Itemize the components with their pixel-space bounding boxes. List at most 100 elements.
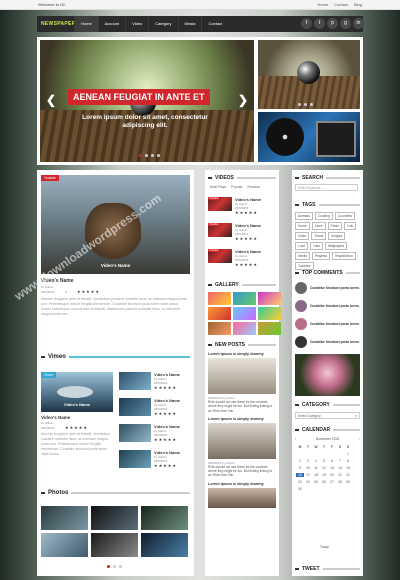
tag[interactable]: Link [344, 222, 357, 230]
tag[interactable]: Wallpapers [324, 242, 348, 250]
hero-thumb-ball[interactable] [258, 40, 360, 109]
calendar-prev-icon[interactable]: ‹ [295, 437, 296, 441]
new-post-image[interactable] [208, 487, 276, 508]
tag[interactable]: Lists [310, 242, 323, 250]
list-item[interactable]: Video's Name by Admin 25/5/2015 ★★★★★ [119, 398, 191, 420]
calendar-day[interactable]: 16 [296, 473, 304, 477]
slide-dot[interactable] [139, 154, 142, 157]
tag[interactable]: Media [295, 252, 310, 260]
calendar-day[interactable]: 6 [328, 459, 336, 463]
hero-thumb-dj[interactable] [258, 112, 360, 162]
new-post-title[interactable]: Lorem Ipsum is simply dummy [208, 417, 276, 421]
tag[interactable]: Photo [327, 222, 343, 230]
vimeo-post-title[interactable]: Video's Name [41, 415, 70, 420]
nav-item-home[interactable]: Home [74, 16, 98, 32]
tag[interactable]: Video [295, 232, 310, 240]
google-plus-icon[interactable]: g [340, 18, 351, 29]
calendar-day[interactable]: 9 [296, 466, 304, 470]
calendar-day[interactable]: 29 [344, 480, 352, 484]
gallery-thumb[interactable] [233, 322, 256, 335]
promo-image[interactable] [295, 354, 360, 396]
gallery-thumb[interactable] [258, 292, 281, 305]
calendar-day[interactable]: 4 [312, 459, 320, 463]
calendar-day[interactable]: 26 [320, 480, 328, 484]
photo-thumb[interactable] [141, 506, 188, 530]
calendar-day[interactable]: 19 [320, 473, 328, 477]
tag[interactable]: Animals [295, 212, 313, 220]
post-comments[interactable]: 4 [65, 290, 67, 294]
list-item[interactable]: Youtube Video's Name by Admin 25/5/2015 ★★★… [208, 197, 276, 219]
tag[interactable]: Tutorials [295, 262, 314, 270]
calendar-day[interactable]: 18 [312, 473, 320, 477]
tag[interactable]: Registration [332, 252, 356, 260]
calendar-day[interactable]: 5 [320, 459, 328, 463]
calendar-day[interactable]: 13 [328, 466, 336, 470]
facebook-icon[interactable]: f [301, 18, 312, 29]
calendar-day[interactable]: 21 [336, 473, 344, 477]
nav-item-contact[interactable]: Contact [201, 16, 228, 32]
nav-item-category[interactable]: Category [148, 16, 177, 32]
calendar-day[interactable]: 17 [304, 473, 312, 477]
calendar-day[interactable]: 24 [304, 480, 312, 484]
list-item[interactable]: Curabitur tincidunt porta lorem. [295, 334, 360, 350]
calendar-day[interactable]: 30 [296, 487, 304, 491]
vimeo-post-by[interactable]: by Admin [41, 421, 53, 425]
tag[interactable]: Images [328, 232, 346, 240]
tag[interactable]: Love [295, 242, 309, 250]
list-item[interactable]: Video's Name by Admin 25/5/2015 ★★★★★ [119, 372, 191, 394]
calendar-day[interactable]: 10 [304, 466, 312, 470]
category-select[interactable]: Select Category ▾ [295, 412, 360, 419]
photo-thumb[interactable] [141, 533, 188, 557]
calendar-day[interactable]: 1 [344, 452, 352, 456]
tag[interactable]: Likes [311, 222, 326, 230]
new-post-title[interactable]: Lorem Ipsum is simply dummy [208, 482, 276, 486]
slide-prev-icon[interactable]: ❮ [46, 93, 56, 107]
twitter-icon[interactable]: t [314, 18, 325, 29]
nav-item-media[interactable]: Media [177, 16, 202, 32]
comment-text[interactable]: Curabitur tincidunt porta lorem. [310, 286, 360, 290]
calendar-day[interactable]: 7 [336, 459, 344, 463]
list-item[interactable]: Curabitur tincidunt porta lorem. [295, 280, 360, 296]
hero-slide[interactable]: AENEAN FEUGIAT IN ANTE ET Lorem ipsum do… [40, 40, 254, 162]
calendar-day[interactable]: 23 [296, 480, 304, 484]
slide-dot[interactable] [145, 154, 148, 157]
list-item[interactable]: Video's Name by Admin 25/5/2015 ★★★★★ [119, 424, 191, 446]
top-link-contact[interactable]: Contact [334, 2, 348, 7]
calendar-day[interactable]: 11 [312, 466, 320, 470]
calendar-day[interactable]: 2 [296, 459, 304, 463]
calendar-day[interactable]: 14 [336, 466, 344, 470]
calendar-next-icon[interactable]: › [359, 437, 360, 441]
photo-thumb[interactable] [41, 533, 88, 557]
calendar-day[interactable]: 22 [344, 473, 352, 477]
slide-dot[interactable] [157, 154, 160, 157]
gallery-thumb[interactable] [208, 322, 231, 335]
gallery-thumb[interactable] [208, 307, 231, 320]
new-post-image[interactable] [208, 358, 276, 394]
list-item[interactable]: Curabitur tincidunt porta lorem. [295, 316, 360, 332]
linkedin-icon[interactable]: in [353, 18, 364, 29]
list-item[interactable]: Curabitur tincidunt porta lorem. [295, 298, 360, 314]
gallery-thumb[interactable] [233, 292, 256, 305]
tag[interactable]: Countries [334, 212, 355, 220]
tag[interactable]: Travel [311, 232, 327, 240]
search-input[interactable]: Enter Keywords ... [295, 184, 358, 191]
slide-next-icon[interactable]: ❯ [238, 93, 248, 107]
nav-item-account[interactable]: Account [97, 16, 125, 32]
photo-thumb[interactable] [41, 506, 88, 530]
calendar-day[interactable]: 3 [304, 459, 312, 463]
calendar-day[interactable]: 15 [344, 466, 352, 470]
calendar-day[interactable]: 20 [328, 473, 336, 477]
tab-most-plays[interactable]: Most Plays [210, 185, 226, 189]
gallery-thumb[interactable] [258, 322, 281, 335]
gallery-thumb[interactable] [258, 307, 281, 320]
vimeo-feature[interactable]: Vimeo Video's Name [41, 372, 113, 412]
new-post-title[interactable]: Lorem Ipsum is simply dummy [208, 352, 276, 356]
site-logo[interactable]: NEWSPAPER [41, 21, 76, 27]
calendar-today-link[interactable]: Today [320, 545, 329, 549]
tag[interactable]: Playlists [311, 252, 331, 260]
comment-text[interactable]: Curabitur tincidunt porta lorem. [310, 304, 360, 308]
gallery-thumb[interactable] [208, 292, 231, 305]
tag[interactable]: Cooking [314, 212, 333, 220]
list-item[interactable]: Youtube Video's Name by Admin 25/5/2015 ★★★… [208, 249, 276, 271]
calendar-day[interactable]: 28 [336, 480, 344, 484]
